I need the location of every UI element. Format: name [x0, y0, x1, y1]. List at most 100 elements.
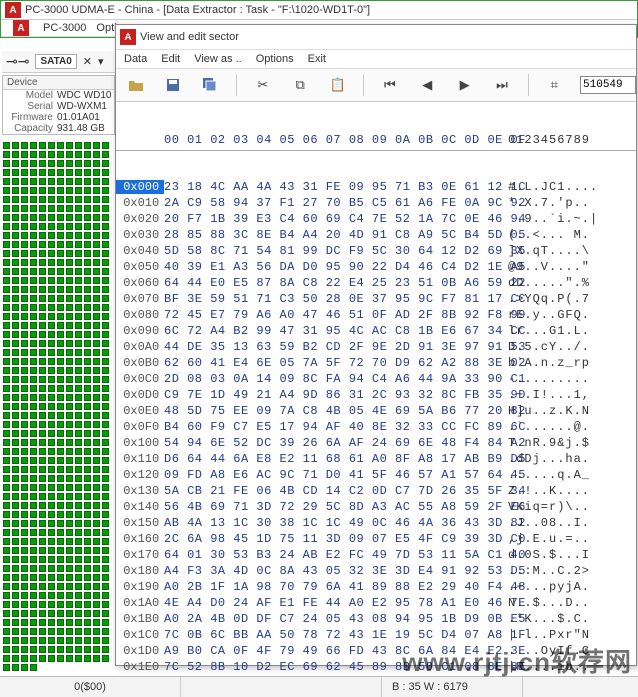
hex-bytes[interactable]: A0 2A 4B 0D DF C7 24 05 43 08 94 95 1B D… [164, 612, 508, 626]
hex-row[interactable]: 0x1305A CB 21 FE 06 4B CD 14 C2 0D C7 7D… [116, 483, 636, 499]
hex-ascii[interactable]: rE.y..GFQ. [508, 308, 628, 322]
hex-ascii[interactable]: b`A.n.z_rp [508, 356, 628, 370]
first-icon[interactable]: ⏮ [378, 73, 401, 97]
hex-bytes[interactable]: 2D 08 03 0A 14 09 8C FA 94 C4 A6 44 9A 3… [164, 372, 508, 386]
hex-ascii[interactable]: @9..V...." [508, 260, 628, 274]
save-icon[interactable] [161, 73, 184, 97]
hex-row[interactable]: 0x10054 94 6E 52 DC 39 26 6A AF 24 69 6E… [116, 435, 636, 451]
tools-icon[interactable]: ✕ [83, 55, 92, 68]
settings-dropdown-icon[interactable]: ▾ [98, 55, 104, 68]
hex-row[interactable]: 0x0C02D 08 03 0A 14 09 8C FA 94 C4 A6 44… [116, 371, 636, 387]
menu-item-pc3000[interactable]: PC-3000 [43, 22, 86, 34]
hex-bytes[interactable]: 64 44 E0 E5 87 8A C8 22 E4 25 23 51 0B A… [164, 276, 508, 290]
hex-row[interactable]: 0x17064 01 30 53 B3 24 AB E2 FC 49 7D 53… [116, 547, 636, 563]
hex-ascii[interactable]: N..$...D.. [508, 596, 628, 610]
hex-row[interactable]: 0x0F0B4 60 F9 C7 E5 17 94 AF 40 8E 32 33… [116, 419, 636, 435]
hex-row[interactable]: 0x0D0C9 7E 1D 49 21 A4 9D 86 31 2C 93 32… [116, 387, 636, 403]
hex-row[interactable]: 0x08072 45 E7 79 A6 A0 47 46 51 0F AD 2F… [116, 307, 636, 323]
last-icon[interactable]: ⏭ [490, 73, 513, 97]
hex-row[interactable]: 0x14056 4B 69 71 3D 72 29 5C 8D A3 AC 55… [116, 499, 636, 515]
hex-ascii[interactable]: H]u..z.K.N [508, 404, 628, 418]
hex-row[interactable]: 0x1A04E A4 D0 24 AF E1 FE 44 A0 E2 95 78… [116, 595, 636, 611]
hex-bytes[interactable]: 20 F7 1B 39 E3 C4 60 69 C4 7E 52 1A 7C 0… [164, 212, 508, 226]
hex-row[interactable]: 0x0A044 DE 35 13 63 59 B2 CD 2F 9E 2D 91… [116, 339, 636, 355]
sector-map[interactable] [2, 141, 114, 681]
hex-bytes[interactable]: 5A CB 21 FE 06 4B CD 14 C2 0D C7 7D 26 3… [164, 484, 508, 498]
hex-bytes[interactable]: 7C 0B 6C BB AA 50 78 72 43 1E 19 5C D4 0… [164, 628, 508, 642]
hex-bytes[interactable]: D6 64 44 6A E8 E2 11 68 61 A0 8F A8 17 A… [164, 452, 508, 466]
paste-icon[interactable]: 📋 [326, 73, 349, 97]
hex-bytes[interactable]: A0 2B 1F 1A 98 70 79 6A 41 89 88 E2 29 4… [164, 580, 508, 594]
hex-bytes[interactable]: BF 3E 59 51 71 C3 50 28 0E 37 95 9C F7 8… [164, 292, 508, 306]
hex-ascii[interactable]: ]X.qT....\ [508, 244, 628, 258]
hex-bytes[interactable]: 44 DE 35 13 63 59 B2 CD 2F 9E 2D 91 3E 9… [164, 340, 508, 354]
hex-bytes[interactable]: A9 B0 CA 0F 4F 79 49 66 FD 43 8C 6A 84 E… [164, 644, 508, 658]
cut-icon[interactable]: ✂ [251, 73, 274, 97]
hex-row[interactable]: 0x1D0A9 B0 CA 0F 4F 79 49 66 FD 43 8C 6A… [116, 643, 636, 659]
hex-bytes[interactable]: 40 39 E1 A3 56 DA D0 95 90 22 D4 46 C4 D… [164, 260, 508, 274]
grid-icon[interactable]: ⌗ [543, 73, 566, 97]
hex-row[interactable]: 0x150AB 4A 13 1C 30 38 1C 1C 49 0C 46 4A… [116, 515, 636, 531]
hex-row[interactable]: 0x0B062 60 41 E4 6E 05 7A 5F 72 70 D9 62… [116, 355, 636, 371]
hex-bytes[interactable]: A4 F3 3A 4D 0C 8A 43 05 32 3E 3D E4 91 9… [164, 564, 508, 578]
hex-ascii[interactable]: *.X.7.'p.. [508, 196, 628, 210]
hex-row[interactable]: 0x0405D 58 8C 71 54 81 99 DC F9 5C 30 64… [116, 243, 636, 259]
hex-bytes[interactable]: 64 01 30 53 B3 24 AB E2 FC 49 7D 53 11 5… [164, 548, 508, 562]
copy-icon[interactable]: ⧉ [288, 73, 311, 97]
hex-row[interactable]: 0x12009 FD A8 E6 AC 9C 71 D0 41 5F 46 57… [116, 467, 636, 483]
hex-row[interactable]: 0x1B0A0 2A 4B 0D DF C7 24 05 43 08 94 95… [116, 611, 636, 627]
hex-ascii[interactable]: #.L.JC1.... [508, 180, 628, 194]
hex-ascii[interactable]: -......... [508, 372, 628, 386]
hex-row[interactable]: 0x02020 F7 1B 39 E3 C4 60 69 C4 7E 52 1A… [116, 211, 636, 227]
hex-bytes[interactable]: 23 18 4C AA 4A 43 31 FE 09 95 71 B3 0E 6… [164, 180, 508, 194]
hex-bytes[interactable]: 2C 6A 98 45 1D 75 11 3D 09 07 E5 4F C9 3… [164, 532, 508, 546]
hex-bytes[interactable]: 6C 72 A4 B2 99 47 31 95 4C AC C8 1B E6 6… [164, 324, 508, 338]
hex-row[interactable]: 0x00023 18 4C AA 4A 43 31 FE 09 95 71 B3… [116, 179, 636, 195]
sata-tab[interactable]: SATA0 [35, 54, 76, 69]
hex-row[interactable]: 0x05040 39 E1 A3 56 DA D0 95 90 22 D4 46… [116, 259, 636, 275]
hex-bytes[interactable]: 09 FD A8 E6 AC 9C 71 D0 41 5F 46 57 A1 5… [164, 468, 508, 482]
hex-ascii[interactable]: ,j.E.u.=.. [508, 532, 628, 546]
hex-bytes[interactable]: 4E A4 D0 24 AF E1 FE 44 A0 E2 95 78 A1 E… [164, 596, 508, 610]
open-icon[interactable] [124, 73, 147, 97]
hex-bytes[interactable]: 28 85 88 3C 8E B4 A4 20 4D 91 C8 A9 5C B… [164, 228, 508, 242]
hex-bytes[interactable]: 72 45 E7 79 A6 A0 47 46 51 0F AD 2F 8B 9… [164, 308, 508, 322]
hex-bytes[interactable]: 48 5D 75 EE 09 7A C8 4B 05 4E 69 5A B6 7… [164, 404, 508, 418]
hex-ascii[interactable]: d.0S.$...I [508, 548, 628, 562]
child-menu-data[interactable]: Data [124, 53, 147, 65]
hex-row[interactable]: 0x1602C 6A 98 45 1D 75 11 3D 09 07 E5 4F… [116, 531, 636, 547]
hex-row[interactable]: 0x03028 85 88 3C 8E B4 A4 20 4D 91 C8 A9… [116, 227, 636, 243]
hex-ascii[interactable]: .~.I!...1, [508, 388, 628, 402]
hex-bytes[interactable]: C9 7E 1D 49 21 A4 9D 86 31 2C 93 32 8C F… [164, 388, 508, 402]
hex-bytes[interactable]: 7C 52 8B 10 D2 EC 69 62 45 89 8B 50 C1 0… [164, 660, 508, 674]
hex-ascii[interactable]: ....OyIf.C [508, 644, 628, 658]
hex-ascii[interactable]: lr...G1.L. [508, 324, 628, 338]
hex-ascii[interactable]: .9..`i.~.| [508, 212, 628, 226]
hex-ascii[interactable]: .dDj...ha. [508, 452, 628, 466]
hex-bytes[interactable]: 62 60 41 E4 6E 05 7A 5F 72 70 D9 62 A2 8… [164, 356, 508, 370]
hex-row[interactable]: 0x1E07C 52 8B 10 D2 EC 69 62 45 89 8B 50… [116, 659, 636, 675]
hex-ascii[interactable]: |.l..Pxr"N [508, 628, 628, 642]
hex-ascii[interactable]: .*K...$.C. [508, 612, 628, 626]
hex-ascii[interactable]: dD.....".% [508, 276, 628, 290]
hex-ascii[interactable]: .+...pyjA. [508, 580, 628, 594]
hex-ascii[interactable]: (..<... M. [508, 228, 628, 242]
hex-ascii[interactable]: .>YQq.P(.7 [508, 292, 628, 306]
child-menu-edit[interactable]: Edit [161, 53, 180, 65]
hex-row[interactable]: 0x190A0 2B 1F 1A 98 70 79 6A 41 89 88 E2… [116, 579, 636, 595]
hex-ascii[interactable]: |R....ib.. [508, 660, 628, 674]
child-menu-viewas[interactable]: View as .. [194, 53, 242, 65]
hex-ascii[interactable]: Z.!..K.... [508, 484, 628, 498]
hex-row[interactable]: 0x1C07C 0B 6C BB AA 50 78 72 43 1E 19 5C… [116, 627, 636, 643]
hex-bytes[interactable]: 54 94 6E 52 DC 39 26 6A AF 24 69 6E 48 F… [164, 436, 508, 450]
hex-row[interactable]: 0x070BF 3E 59 51 71 C3 50 28 0E 37 95 9C… [116, 291, 636, 307]
hex-row[interactable]: 0x06064 44 E0 E5 87 8A C8 22 E4 25 23 51… [116, 275, 636, 291]
hex-bytes[interactable]: B4 60 F9 C7 E5 17 94 AF 40 8E 32 33 CC F… [164, 420, 508, 434]
hex-row[interactable]: 0x0906C 72 A4 B2 99 47 31 95 4C AC C8 1B… [116, 323, 636, 339]
hex-row[interactable]: 0x0102A C9 58 94 37 F1 27 70 B5 C5 61 A6… [116, 195, 636, 211]
hex-ascii[interactable]: ..:M..C.2> [508, 564, 628, 578]
hex-row[interactable]: 0x180A4 F3 3A 4D 0C 8A 43 05 32 3E 3D E4… [116, 563, 636, 579]
hex-ascii[interactable]: .`......@. [508, 420, 628, 434]
child-menu-options[interactable]: Options [256, 53, 294, 65]
hex-ascii[interactable]: ......q.A_ [508, 468, 628, 482]
